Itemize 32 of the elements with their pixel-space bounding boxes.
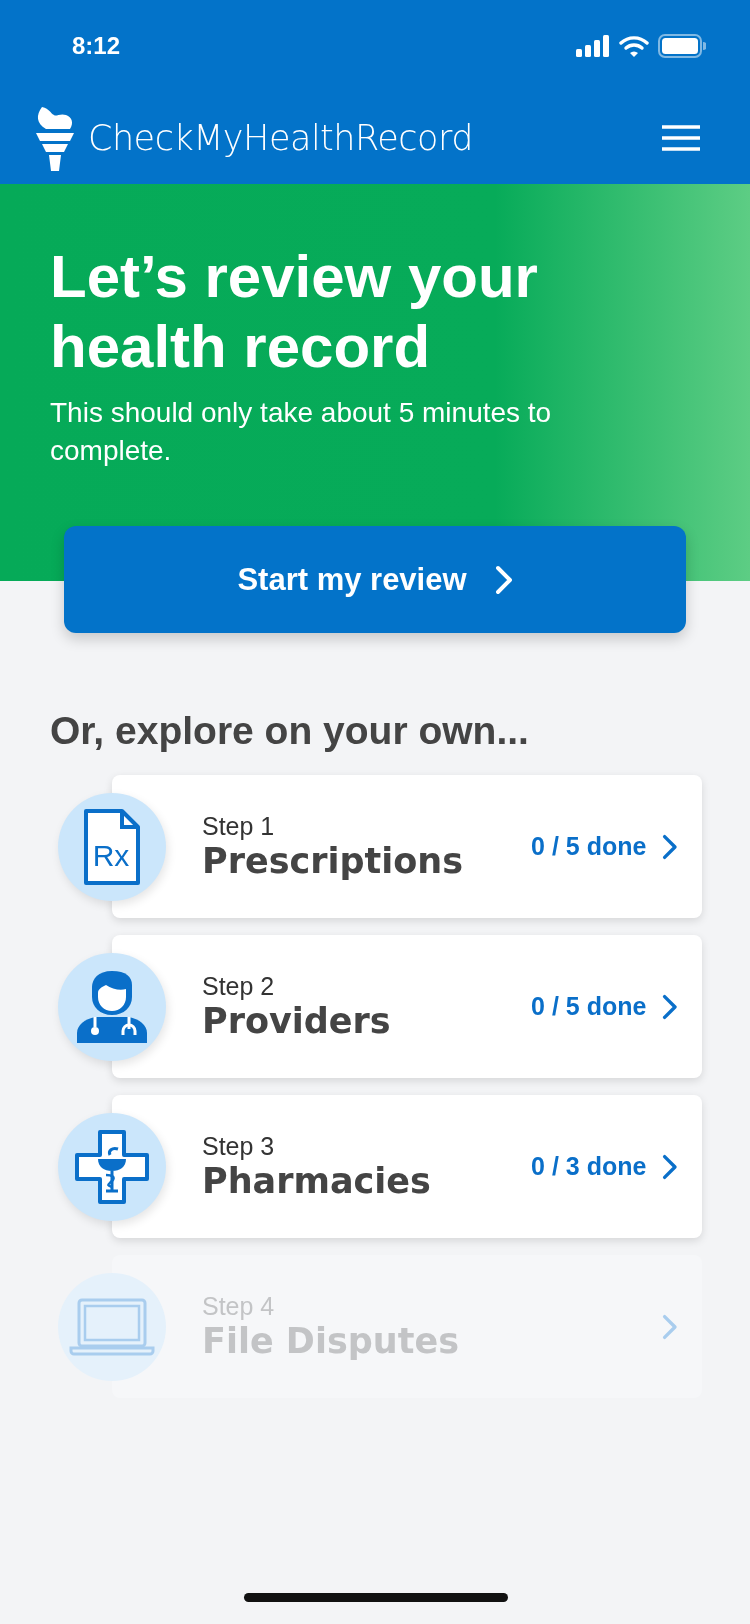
section-title: Or, explore on your own... (50, 709, 530, 753)
menu-button[interactable] (662, 125, 700, 151)
step-number: Step 2 (202, 972, 276, 1001)
chevron-right-icon (662, 833, 678, 860)
doctor-icon (75, 969, 149, 1045)
step-card[interactable]: Rx Step 1 Prescriptions 0 / 5 done (58, 775, 702, 918)
pharmacy-cross-icon (74, 1129, 150, 1205)
start-review-button[interactable]: Start my review (64, 526, 686, 633)
chevron-right-icon (494, 564, 513, 595)
battery-icon (658, 34, 706, 58)
signal-icon (576, 35, 610, 57)
wifi-icon (619, 35, 649, 57)
step-progress: 0 / 3 done (531, 1152, 647, 1181)
step-title: Pharmacies (202, 1161, 432, 1201)
step-number: Step 3 (202, 1132, 276, 1161)
brand-name: CheckMyHealthRecord (88, 118, 473, 158)
step-progress: 0 / 5 done (531, 832, 647, 861)
step-card[interactable]: Step 2 Providers 0 / 5 done (58, 935, 702, 1078)
step-number: Step 1 (202, 812, 276, 841)
step-progress: 0 / 5 done (531, 992, 647, 1021)
status-time: 8:12 (72, 32, 121, 60)
laptop-icon (69, 1297, 155, 1357)
step-title: Providers (202, 1001, 392, 1041)
hero-title: Let’s review your health record (50, 242, 539, 382)
chevron-right-icon (662, 1153, 678, 1180)
prescription-icon: Rx (83, 808, 141, 886)
hero-subtitle: This should only take about 5 minutes to complete. (50, 396, 553, 468)
step-card[interactable]: Step 3 Pharmacies 0 / 3 done (58, 1095, 702, 1238)
chevron-right-icon (662, 1313, 678, 1340)
step-title: Prescriptions (202, 841, 465, 881)
chevron-right-icon (662, 993, 678, 1020)
menu-icon (662, 125, 700, 151)
